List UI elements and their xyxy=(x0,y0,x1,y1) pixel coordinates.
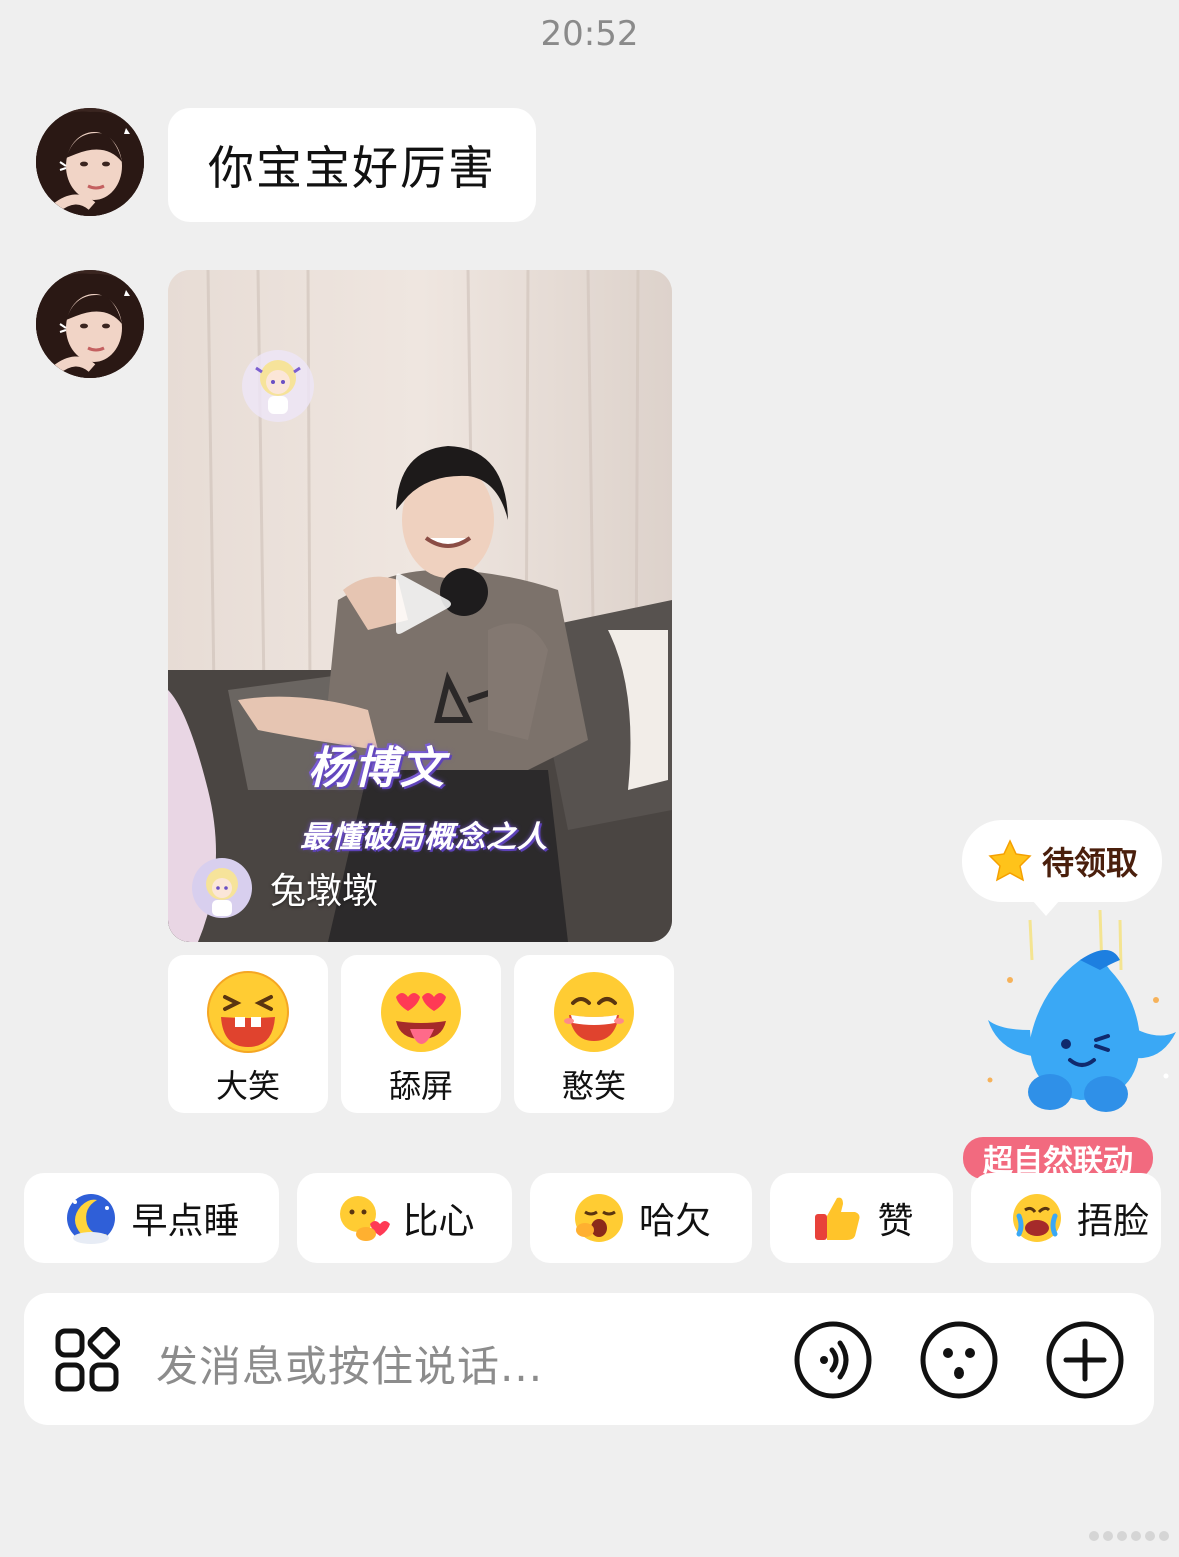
reaction-row: 大笑 舔屏 憨笑 xyxy=(168,955,674,1113)
video-message-card[interactable]: 杨博文 最懂破局概念之人 兔墩墩 xyxy=(168,270,672,942)
watermark xyxy=(1009,1525,1169,1547)
message-bubble-text[interactable]: 你宝宝好厉害 xyxy=(168,108,536,222)
video-author[interactable]: 兔墩墩 xyxy=(192,858,378,918)
play-icon[interactable] xyxy=(382,566,458,642)
sender-avatar[interactable] xyxy=(36,270,144,378)
reaction-lick-screen[interactable]: 舔屏 xyxy=(341,955,501,1113)
anime-sticker-icon xyxy=(242,350,314,422)
quick-reply-heart[interactable]: 比心 xyxy=(297,1173,512,1263)
timestamp: 20:52 xyxy=(540,14,639,54)
add-icon[interactable] xyxy=(1046,1321,1124,1399)
laughing-emoji-icon xyxy=(207,971,289,1053)
author-avatar xyxy=(192,858,252,918)
voice-icon[interactable] xyxy=(794,1321,872,1399)
emoji-icon[interactable] xyxy=(920,1321,998,1399)
apps-grid-icon[interactable] xyxy=(54,1327,120,1393)
author-name: 兔墩墩 xyxy=(270,871,379,912)
quick-reply-label: 早点睡 xyxy=(131,1201,240,1242)
quick-reply-like[interactable]: 赞 xyxy=(770,1173,953,1263)
quick-reply-sleep[interactable]: 早点睡 xyxy=(24,1173,279,1263)
video-title: 杨博文 xyxy=(308,743,446,794)
quick-reply-label: 比心 xyxy=(402,1201,475,1242)
grin-emoji-icon xyxy=(554,972,634,1052)
reaction-label: 憨笑 xyxy=(561,1067,626,1105)
sender-avatar[interactable] xyxy=(36,108,144,216)
moon-sleep-icon xyxy=(67,1194,116,1244)
promo-bubble-label: 待领取 xyxy=(1041,844,1138,882)
facepalm-emoji-icon xyxy=(1013,1194,1061,1242)
quick-reply-label: 赞 xyxy=(877,1201,914,1242)
video-subtitle: 最懂破局概念之人 xyxy=(300,820,548,855)
yawn-emoji-icon xyxy=(574,1194,623,1242)
water-drop-mascot-icon[interactable] xyxy=(970,900,1179,1140)
quick-reply-facepalm[interactable]: 捂脸 xyxy=(971,1173,1161,1263)
thumbs-up-icon xyxy=(815,1197,860,1240)
finger-heart-icon xyxy=(340,1196,391,1241)
reaction-grin[interactable]: 憨笑 xyxy=(514,955,674,1113)
star-icon xyxy=(988,839,1032,882)
heart-eyes-tongue-emoji-icon xyxy=(381,972,461,1052)
message-input-bar: 发消息或按住说话... xyxy=(24,1293,1154,1425)
message-input[interactable]: 发消息或按住说话... xyxy=(156,1333,543,1394)
reaction-label: 大笑 xyxy=(215,1067,280,1105)
reaction-label: 舔屏 xyxy=(388,1067,453,1105)
quick-reply-label: 哈欠 xyxy=(638,1201,711,1242)
quick-reply-row: 早点睡 比心 哈欠 赞 捂脸 xyxy=(24,1173,1161,1263)
quick-reply-yawn[interactable]: 哈欠 xyxy=(530,1173,752,1263)
quick-reply-label: 捂脸 xyxy=(1077,1201,1150,1242)
reaction-laugh[interactable]: 大笑 xyxy=(168,955,328,1113)
promo-bubble[interactable]: 待领取 xyxy=(962,820,1162,916)
